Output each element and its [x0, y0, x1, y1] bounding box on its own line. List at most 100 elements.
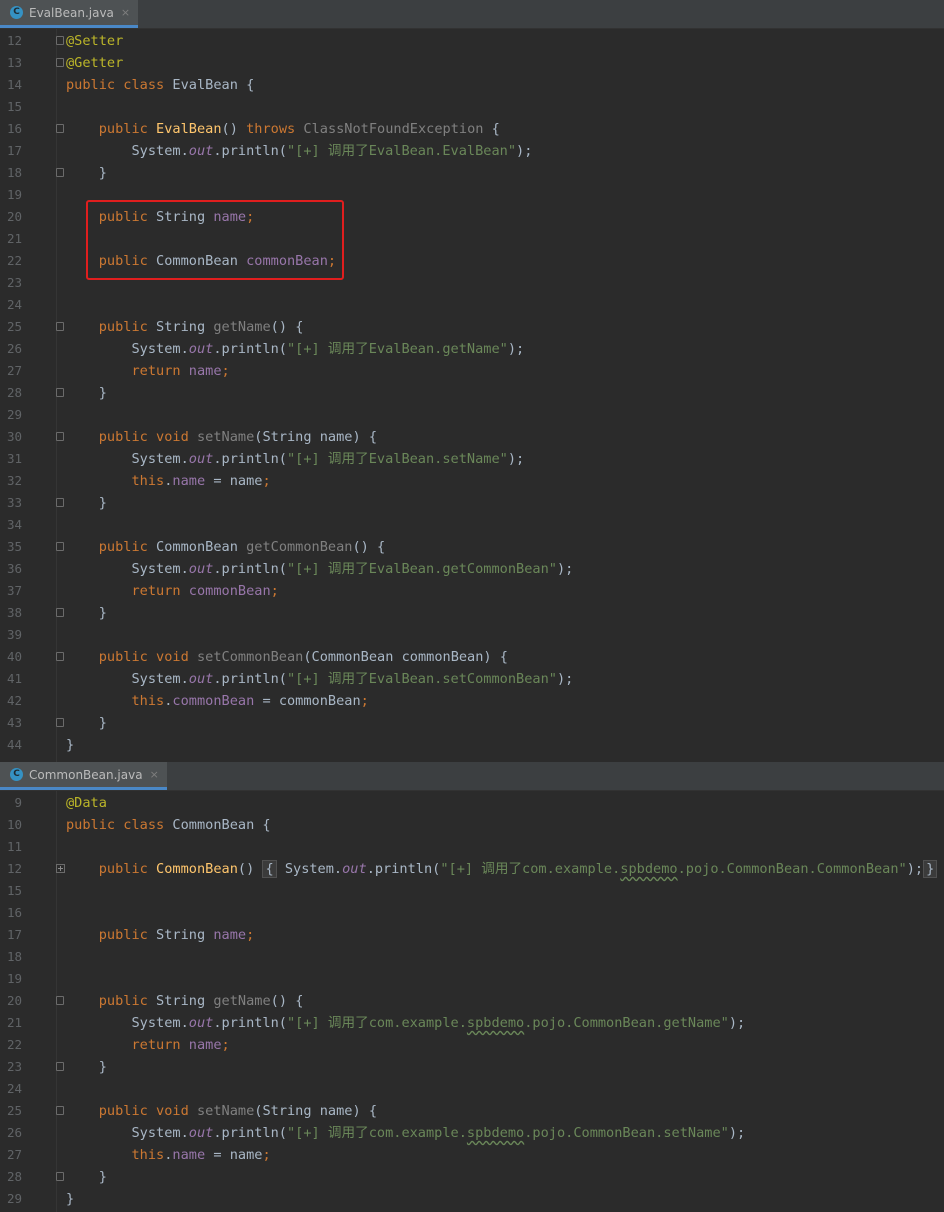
token: { — [262, 860, 277, 878]
code-line[interactable]: 16 public EvalBean() throws ClassNotFoun… — [0, 118, 944, 140]
code-line[interactable]: 18 } — [0, 162, 944, 184]
tab-evalbean-java[interactable]: C EvalBean.java × — [0, 0, 139, 28]
fold-marker-icon[interactable] — [56, 718, 64, 727]
fold-expand-icon[interactable] — [56, 864, 65, 873]
line-number: 22 — [6, 253, 22, 268]
token: () — [237, 861, 263, 877]
code-line[interactable]: 41 System.out.println("[+] 调用了EvalBean.s… — [0, 668, 944, 690]
code-line[interactable]: 27 this.name = name; — [0, 1144, 944, 1166]
editor-pane-evalbean[interactable]: C EvalBean.java × 12 @Setter 13 @Getter 14 pu… — [0, 0, 944, 762]
code-area[interactable]: 12 @Setter 13 @Getter 14 public class EvalBea… — [0, 30, 944, 756]
code-line[interactable]: 44} — [0, 734, 944, 756]
line-number: 36 — [6, 561, 22, 576]
fold-marker-icon[interactable] — [56, 432, 64, 441]
token: String — [156, 319, 214, 335]
code-line[interactable]: 17 System.out.println("[+] 调用了EvalBean.E… — [0, 140, 944, 162]
token: this — [131, 1147, 165, 1163]
code-line[interactable]: 17 public String name; — [0, 924, 944, 946]
code-line[interactable]: 34 — [0, 514, 944, 536]
code-line[interactable]: 31 System.out.println("[+] 调用了EvalBean.s… — [0, 448, 944, 470]
code-text: } — [66, 734, 74, 756]
code-line[interactable]: 43 } — [0, 712, 944, 734]
code-line[interactable]: 27 return name; — [0, 360, 944, 382]
fold-marker-icon[interactable] — [56, 322, 64, 331]
fold-marker-icon[interactable] — [56, 996, 64, 1005]
fold-marker-icon[interactable] — [56, 652, 64, 661]
fold-marker-icon[interactable] — [56, 388, 64, 397]
code-line[interactable]: 18 — [0, 946, 944, 968]
code-line[interactable]: 19 — [0, 968, 944, 990]
code-line[interactable]: 32 this.name = name; — [0, 470, 944, 492]
fold-marker-icon[interactable] — [56, 36, 64, 45]
editor-pane-commonbean[interactable]: C CommonBean.java × 9 @Data 10 public class… — [0, 762, 944, 1212]
code-line[interactable]: 35 public CommonBean getCommonBean() { — [0, 536, 944, 558]
code-line[interactable]: 37 return commonBean; — [0, 580, 944, 602]
code-line[interactable]: 25 public void setName(String name) { — [0, 1100, 944, 1122]
code-line[interactable]: 38 } — [0, 602, 944, 624]
code-line[interactable]: 14 public class EvalBean { — [0, 74, 944, 96]
code-line[interactable]: 13 @Getter — [0, 52, 944, 74]
code-line[interactable]: 20 public String getName() { — [0, 990, 944, 1012]
code-text: public String getName() { — [66, 316, 304, 338]
code-line[interactable]: 12 public CommonBean() { System.out.prin… — [0, 858, 944, 880]
code-line[interactable]: 26 System.out.println("[+] 调用了com.exampl… — [0, 1122, 944, 1144]
token: "[+] 调用了com.example. — [287, 1125, 467, 1141]
token: ClassNotFoundException — [303, 121, 484, 137]
token: String — [156, 993, 214, 1009]
token: public — [98, 993, 157, 1009]
code-line[interactable]: 30 public void setName(String name) { — [0, 426, 944, 448]
fold-marker-icon[interactable] — [56, 608, 64, 617]
code-line[interactable]: 15 — [0, 880, 944, 902]
code-line[interactable]: 36 System.out.println("[+] 调用了EvalBean.g… — [0, 558, 944, 580]
code-line[interactable]: 42 this.commonBean = commonBean; — [0, 690, 944, 712]
token: this — [131, 473, 165, 489]
token: name — [213, 927, 247, 943]
code-line[interactable]: 11 — [0, 836, 944, 858]
fold-marker-icon[interactable] — [56, 168, 64, 177]
code-line[interactable]: 9 @Data — [0, 792, 944, 814]
token: System. — [66, 143, 189, 159]
code-line[interactable]: 10 public class CommonBean { — [0, 814, 944, 836]
code-line[interactable]: 33 } — [0, 492, 944, 514]
fold-marker-icon[interactable] — [56, 58, 64, 67]
code-line[interactable]: 22 return name; — [0, 1034, 944, 1056]
code-line[interactable]: 24 — [0, 1078, 944, 1100]
fold-marker-icon[interactable] — [56, 1062, 64, 1071]
fold-marker-icon[interactable] — [56, 1172, 64, 1181]
code-line[interactable]: 40 public void setCommonBean(CommonBean … — [0, 646, 944, 668]
tab-bar: C CommonBean.java × — [0, 762, 944, 791]
code-line[interactable]: 26 System.out.println("[+] 调用了EvalBean.g… — [0, 338, 944, 360]
fold-marker-icon[interactable] — [56, 542, 64, 551]
close-icon[interactable]: × — [150, 768, 159, 781]
code-line[interactable]: 39 — [0, 624, 944, 646]
code-line[interactable]: 29 — [0, 404, 944, 426]
code-line[interactable]: 15 — [0, 96, 944, 118]
code-line[interactable]: 23 } — [0, 1056, 944, 1078]
code-line[interactable]: 12 @Setter — [0, 30, 944, 52]
code-line[interactable]: 28 } — [0, 382, 944, 404]
fold-marker-icon[interactable] — [56, 1106, 64, 1115]
token: public — [98, 539, 157, 555]
token: public — [98, 861, 157, 877]
code-line[interactable]: 25 public String getName() { — [0, 316, 944, 338]
token: out — [342, 861, 367, 877]
token: } — [66, 715, 107, 731]
fold-marker-icon[interactable] — [56, 498, 64, 507]
code-area[interactable]: 9 @Data 10 public class CommonBean {11 12 pu… — [0, 792, 944, 1210]
token: } — [66, 605, 107, 621]
code-line[interactable]: 16 — [0, 902, 944, 924]
code-line[interactable]: 29} — [0, 1188, 944, 1210]
token: () { — [352, 539, 386, 555]
token: @Data — [66, 795, 107, 811]
token: "[+] 调用了EvalBean.getCommonBean" — [287, 561, 557, 577]
code-line[interactable]: 24 — [0, 294, 944, 316]
code-text: System.out.println("[+] 调用了EvalBean.Eval… — [66, 140, 532, 162]
close-icon[interactable]: × — [121, 6, 130, 19]
code-line[interactable]: 21 System.out.println("[+] 调用了com.exampl… — [0, 1012, 944, 1034]
code-line[interactable]: 28 } — [0, 1166, 944, 1188]
tab-commonbean-java[interactable]: C CommonBean.java × — [0, 762, 167, 790]
line-number: 27 — [6, 1147, 22, 1162]
fold-marker-icon[interactable] — [56, 124, 64, 133]
